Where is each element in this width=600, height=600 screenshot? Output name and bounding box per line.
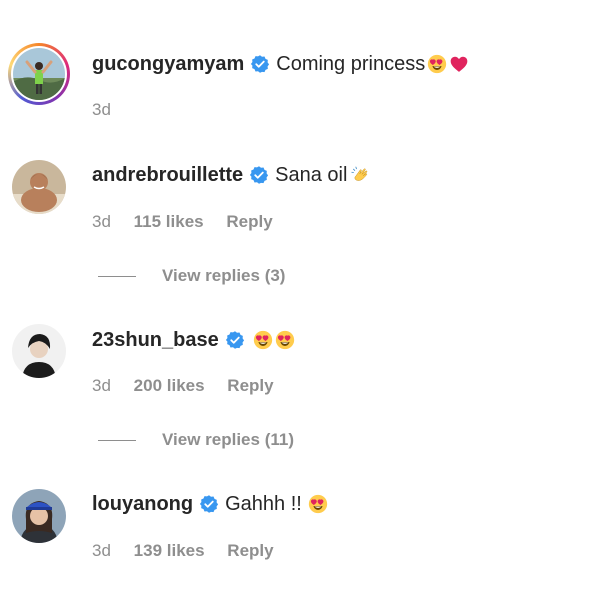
comment-time[interactable]: 3d [92,100,111,119]
comment-line: 23shun_base [92,327,295,353]
view-replies-button[interactable]: View replies (11) [98,429,294,451]
heart-eyes-emoji-icon [253,330,273,350]
comment-meta: 3d 115 likes Reply [92,211,291,233]
avatar[interactable] [12,160,66,214]
view-replies-label: View replies (3) [162,266,286,285]
heart-eyes-emoji-icon [275,330,295,350]
reply-button[interactable]: Reply [227,376,273,395]
likes-count[interactable]: 139 likes [134,541,205,560]
divider [98,439,136,441]
reply-button[interactable]: Reply [226,212,272,231]
likes-count[interactable]: 200 likes [134,376,205,395]
comment-text: Gahhh !! [225,493,302,515]
reply-button[interactable]: Reply [227,541,273,560]
likes-count[interactable]: 115 likes [134,212,204,231]
heart-eyes-emoji-icon [427,54,447,74]
avatar[interactable] [12,324,66,378]
comment-time[interactable]: 3d [92,541,111,560]
comment-time[interactable]: 3d [92,212,111,231]
avatar [13,48,65,100]
divider [98,275,136,277]
comment-line: louyanong Gahhh !! [92,491,328,517]
comment-text: Coming princess [276,53,426,75]
verified-badge-icon [225,330,245,350]
comment-item: louyanong Gahhh !! 3d 139 likes Reply [0,470,600,600]
username-link[interactable]: gucongyamyam [92,51,244,77]
verified-badge-icon [199,494,219,514]
view-replies-label: View replies (11) [162,430,294,449]
verified-badge-icon [250,54,270,74]
comment-item: 23shun_base 3d 200 likes Reply View repl… [0,305,600,470]
comment-meta: 3d [92,99,129,121]
avatar-story-ring[interactable] [8,43,70,105]
red-heart-emoji-icon [449,54,469,74]
username-link[interactable]: 23shun_base [92,327,219,353]
heart-eyes-emoji-icon [308,494,328,514]
clapping-hands-emoji-icon [351,165,371,185]
comment-meta: 3d 200 likes Reply [92,375,292,397]
username-link[interactable]: andrebrouillette [92,162,243,188]
comment-time[interactable]: 3d [92,376,111,395]
comment-item: andrebrouillette Sana oil 3d 115 likes R… [0,140,600,305]
verified-badge-icon [249,165,269,185]
avatar[interactable] [12,489,66,543]
comment-text: Sana oil [275,164,348,186]
comment-item: gucongyamyam Coming princess 3d [0,0,600,140]
view-replies-button[interactable]: View replies (3) [98,265,285,287]
comment-line: andrebrouillette Sana oil [92,162,371,188]
comment-meta: 3d 139 likes Reply [92,540,292,562]
username-link[interactable]: louyanong [92,491,193,517]
comment-line: gucongyamyam Coming princess [92,51,469,77]
